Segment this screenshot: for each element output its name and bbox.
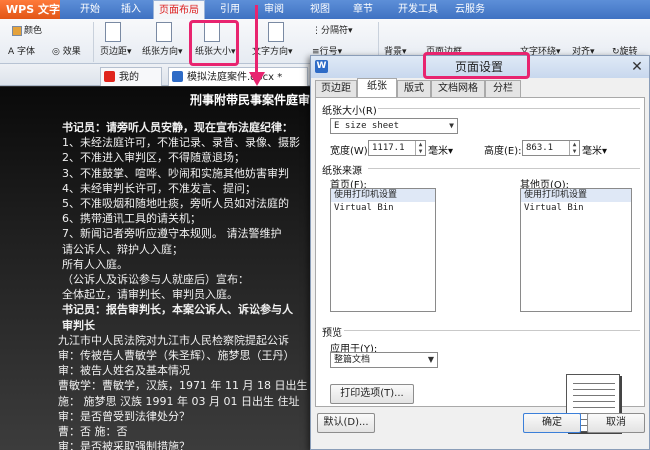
- document-line: 3、不准鼓掌、喧哗、吵闹和实施其他妨害审判: [62, 166, 289, 180]
- paper-size-label: 纸张大小(R): [322, 106, 377, 117]
- height-input[interactable]: 863.1 ▲ ▼: [522, 140, 580, 156]
- paper-size-select[interactable]: E size sheet ▼: [330, 118, 458, 134]
- paper-size-highlight: [189, 20, 239, 66]
- document-line: 审：传被告人曹敏学（朱圣辉）、施梦思（王丹）: [58, 349, 295, 362]
- document-line: 施： 施梦思 汉族 1991 年 03 月 01 日出生 住址: [58, 394, 300, 408]
- default-button[interactable]: 默认(D)...: [317, 413, 375, 433]
- document-line: 7、新闻记者旁听应遵守本规则。 请法警维护: [62, 227, 282, 241]
- width-stepper[interactable]: ▲ ▼: [415, 141, 425, 155]
- document-line: 审：是否被采取强制措施？: [58, 440, 190, 450]
- palette-icon: [12, 25, 22, 36]
- tab-my-wps[interactable]: 我的WPS: [100, 67, 162, 102]
- dialog-title-highlight: [423, 52, 530, 79]
- menu-start[interactable]: 开始: [72, 0, 108, 19]
- text-direction-button[interactable]: 文字方向▾: [252, 44, 293, 57]
- effects-icon: ◎: [52, 47, 60, 57]
- tab-document[interactable]: 模拟法庭案件.docx *: [168, 67, 308, 86]
- other-pages-list[interactable]: 使用打印机设置 Virtual Bin: [520, 188, 632, 312]
- tab-layout[interactable]: 版式: [397, 80, 431, 97]
- first-page-list[interactable]: 使用打印机设置 Virtual Bin: [330, 188, 436, 312]
- document-line: 全体起立，请审判长、审判员入庭。: [62, 288, 238, 302]
- document-line: 5、不准吸烟和随地吐痰，旁听人员如对法庭的: [62, 197, 289, 210]
- height-label: 高度(E):: [484, 146, 522, 157]
- breaks-button[interactable]: ⋮分隔符▾: [312, 23, 353, 36]
- arrow-annotation: [255, 5, 258, 73]
- document-line: 4、未经审判长许可，不准发言、提问；: [62, 181, 256, 195]
- effects-button[interactable]: ◎ 效果: [52, 44, 81, 57]
- orientation-icon: [156, 22, 174, 42]
- height-stepper[interactable]: ▲ ▼: [569, 141, 579, 155]
- menu-references[interactable]: 引用: [212, 0, 248, 19]
- chevron-down-icon: ▼: [427, 355, 434, 364]
- tab-document-grid[interactable]: 文档网格: [431, 80, 485, 97]
- close-icon[interactable]: ✕: [629, 59, 645, 75]
- orientation-button[interactable]: 纸张方向▾: [142, 44, 183, 57]
- tab-margins[interactable]: 页边距: [315, 80, 357, 97]
- app-menu-button[interactable]: WPS 文字: [0, 0, 60, 19]
- document-line: （公诉人及诉讼参与人就座后）宣布：: [62, 273, 249, 286]
- cancel-button[interactable]: 取消: [587, 413, 645, 433]
- menu-cloud[interactable]: 云服务: [448, 0, 492, 19]
- dialog-body: 纸张大小(R) E size sheet ▼ 宽度(W): 1117.1 ▲ ▼ 毫米…: [315, 97, 645, 432]
- breaks-icon: ⋮: [312, 26, 321, 36]
- tab-columns[interactable]: 分栏: [485, 80, 521, 97]
- document-line: 曹：否 施：否: [58, 425, 128, 438]
- colors-button[interactable]: 颜色: [12, 23, 42, 36]
- fonts-button[interactable]: A 字体: [8, 44, 35, 57]
- document-line: 曹敏学：曹敏学，汉族，1971 年 11 月 18 日出生: [58, 379, 308, 393]
- document-line: 审：被告人姓名及基本情况: [58, 364, 190, 378]
- document-line: 审：是否曾受到法律处分？: [58, 409, 190, 423]
- width-label: 宽度(W):: [330, 146, 372, 157]
- menu-page-layout[interactable]: 页面布局: [153, 0, 205, 19]
- document-line: 审判长: [62, 318, 95, 332]
- list-item[interactable]: Virtual Bin: [331, 202, 435, 215]
- wps-writer-icon: W: [315, 60, 328, 73]
- ok-button[interactable]: 确定: [523, 413, 581, 433]
- margins-icon: [105, 22, 123, 42]
- document-icon: [172, 71, 183, 82]
- document-line: 请公诉人、辩护人入庭；: [62, 242, 183, 256]
- margins-button[interactable]: 页边距▾: [100, 44, 132, 57]
- document-line: 6、携带通讯工具的请关机；: [62, 212, 201, 226]
- menu-insert[interactable]: 插入: [113, 0, 149, 19]
- document-line: 1、未经法庭许可，不准记录、录音、录像、摄影: [62, 136, 300, 150]
- height-unit[interactable]: 毫米▾: [582, 142, 607, 157]
- print-options-button[interactable]: 打印选项(T)...: [330, 384, 414, 404]
- width-input[interactable]: 1117.1 ▲ ▼: [368, 140, 426, 156]
- menu-review[interactable]: 审阅: [256, 0, 292, 19]
- list-item[interactable]: Virtual Bin: [521, 202, 631, 215]
- list-item[interactable]: 使用打印机设置: [331, 189, 435, 202]
- document-line: 书记员：请旁听人员安静，现在宣布法庭纪律：: [62, 121, 293, 134]
- document-line: 九江市中人民法院对九江市人民检察院提起公诉: [58, 333, 289, 347]
- paper-source-label: 纸张来源: [322, 166, 362, 177]
- document-title: 刑事附带民事案件庭审: [190, 93, 310, 107]
- list-item[interactable]: 使用打印机设置: [521, 189, 631, 202]
- menu-chapter[interactable]: 章节: [345, 0, 381, 19]
- document-line: 所有人入庭。: [62, 257, 128, 271]
- chevron-down-icon: ▼: [449, 121, 454, 130]
- preview-label: 预览: [322, 328, 342, 339]
- apply-to-select[interactable]: 整篇文档 ▼: [330, 352, 438, 368]
- arrow-head-icon: [249, 72, 265, 86]
- font-icon: A: [8, 47, 15, 57]
- document-line: 书记员：报告审判长，本案公诉人、诉讼参与人: [62, 303, 293, 317]
- menu-developer[interactable]: 开发工具: [393, 0, 443, 19]
- document-canvas[interactable]: 刑事附带民事案件庭审 书记员：请旁听人员安静，现在宣布法庭纪律： 1、未经法庭许可…: [0, 87, 310, 450]
- width-unit[interactable]: 毫米▾: [428, 142, 453, 157]
- text-direction-icon: [268, 22, 286, 42]
- page-setup-dialog: W 页面设置 ✕ 页边距 纸张 版式 文档网格 分栏 纸张大小(R) E siz…: [310, 52, 650, 450]
- document-line: 2、不准进入审判区，不得随意退场；: [62, 151, 245, 165]
- tab-paper[interactable]: 纸张: [357, 78, 397, 98]
- wps-logo-icon: [104, 71, 115, 82]
- menu-view[interactable]: 视图: [302, 0, 338, 19]
